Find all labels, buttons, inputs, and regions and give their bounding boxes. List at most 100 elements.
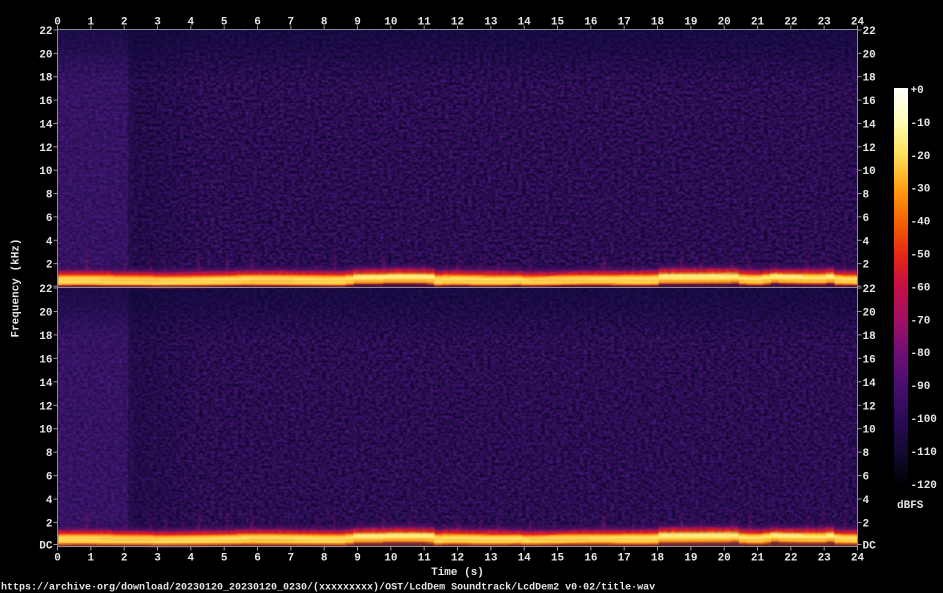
svg-text:13: 13 — [484, 553, 498, 565]
svg-text:https://archive·org/download/2: https://archive·org/download/20230120_20… — [1, 582, 655, 593]
svg-text:Time (s): Time (s) — [431, 567, 484, 579]
svg-text:18: 18 — [39, 331, 53, 343]
svg-text:20: 20 — [718, 553, 731, 565]
svg-text:16: 16 — [39, 354, 52, 366]
svg-text:DC: DC — [863, 541, 877, 553]
svg-text:1: 1 — [88, 17, 95, 29]
svg-text:6: 6 — [254, 17, 261, 29]
svg-text:16: 16 — [863, 96, 876, 108]
svg-text:16: 16 — [863, 354, 876, 366]
svg-text:2: 2 — [121, 17, 128, 29]
svg-text:-60: -60 — [911, 282, 931, 294]
svg-text:dBFS: dBFS — [897, 500, 924, 512]
svg-text:0: 0 — [54, 553, 61, 565]
svg-text:22: 22 — [863, 26, 876, 38]
svg-text:6: 6 — [46, 213, 53, 225]
svg-text:18: 18 — [863, 331, 877, 343]
svg-text:10: 10 — [384, 553, 397, 565]
svg-text:2: 2 — [863, 260, 870, 272]
svg-text:9: 9 — [354, 17, 361, 29]
svg-text:4: 4 — [46, 495, 53, 507]
svg-text:23: 23 — [818, 17, 832, 29]
svg-text:12: 12 — [39, 143, 52, 155]
svg-text:3: 3 — [154, 553, 161, 565]
svg-text:14: 14 — [39, 119, 53, 131]
svg-text:2: 2 — [46, 260, 53, 272]
svg-text:-70: -70 — [911, 315, 931, 327]
svg-text:22: 22 — [39, 26, 52, 38]
svg-text:4: 4 — [46, 236, 53, 248]
svg-text:12: 12 — [39, 401, 52, 413]
svg-text:8: 8 — [46, 448, 53, 460]
svg-text:8: 8 — [46, 190, 53, 202]
svg-text:10: 10 — [863, 425, 876, 437]
svg-text:17: 17 — [618, 553, 631, 565]
svg-text:16: 16 — [39, 96, 52, 108]
svg-text:10: 10 — [39, 166, 52, 178]
svg-text:19: 19 — [684, 17, 697, 29]
svg-text:2: 2 — [121, 553, 128, 565]
svg-text:17: 17 — [618, 17, 631, 29]
svg-text:7: 7 — [288, 553, 295, 565]
svg-text:21: 21 — [751, 17, 765, 29]
svg-text:1: 1 — [88, 553, 95, 565]
svg-text:Frequency (kHz): Frequency (kHz) — [11, 238, 23, 337]
svg-text:22: 22 — [863, 284, 876, 296]
svg-text:18: 18 — [651, 553, 665, 565]
svg-text:-110: -110 — [911, 447, 937, 459]
svg-text:-20: -20 — [911, 151, 931, 163]
svg-text:5: 5 — [221, 553, 228, 565]
svg-text:14: 14 — [863, 119, 877, 131]
svg-text:6: 6 — [863, 213, 870, 225]
svg-text:0: 0 — [54, 17, 61, 29]
svg-text:6: 6 — [254, 553, 261, 565]
svg-text:8: 8 — [321, 17, 328, 29]
svg-text:4: 4 — [188, 17, 195, 29]
svg-text:22: 22 — [784, 553, 797, 565]
svg-text:-80: -80 — [911, 348, 931, 360]
svg-text:3: 3 — [154, 17, 161, 29]
svg-text:8: 8 — [321, 553, 328, 565]
svg-text:10: 10 — [39, 425, 52, 437]
svg-text:20: 20 — [39, 49, 52, 61]
svg-text:4: 4 — [863, 495, 870, 507]
svg-text:-50: -50 — [911, 250, 931, 262]
svg-text:11: 11 — [418, 17, 432, 29]
svg-text:12: 12 — [863, 143, 876, 155]
svg-text:6: 6 — [46, 472, 53, 484]
svg-text:2: 2 — [46, 519, 53, 531]
svg-text:2: 2 — [863, 519, 870, 531]
svg-text:19: 19 — [684, 553, 697, 565]
svg-text:22: 22 — [784, 17, 797, 29]
svg-text:-40: -40 — [911, 217, 931, 229]
svg-text:8: 8 — [863, 448, 870, 460]
svg-text:18: 18 — [651, 17, 665, 29]
svg-text:DC: DC — [39, 541, 53, 553]
svg-text:23: 23 — [818, 553, 832, 565]
svg-text:12: 12 — [451, 17, 464, 29]
svg-text:20: 20 — [863, 49, 876, 61]
svg-text:20: 20 — [863, 307, 876, 319]
svg-text:12: 12 — [863, 401, 876, 413]
svg-text:7: 7 — [288, 17, 295, 29]
svg-text:20: 20 — [718, 17, 731, 29]
svg-text:14: 14 — [863, 378, 877, 390]
svg-text:4: 4 — [863, 236, 870, 248]
svg-text:15: 15 — [551, 553, 565, 565]
svg-text:-120: -120 — [911, 480, 937, 492]
svg-text:14: 14 — [39, 378, 53, 390]
svg-text:10: 10 — [863, 166, 876, 178]
svg-text:18: 18 — [863, 73, 877, 85]
svg-text:16: 16 — [584, 17, 597, 29]
svg-text:13: 13 — [484, 17, 498, 29]
svg-text:5: 5 — [221, 17, 228, 29]
svg-text:4: 4 — [188, 553, 195, 565]
svg-text:11: 11 — [418, 553, 432, 565]
svg-text:9: 9 — [354, 553, 361, 565]
svg-text:6: 6 — [863, 472, 870, 484]
svg-text:12: 12 — [451, 553, 464, 565]
svg-text:22: 22 — [39, 284, 52, 296]
svg-text:24: 24 — [851, 553, 865, 565]
svg-text:10: 10 — [384, 17, 397, 29]
svg-text:16: 16 — [584, 553, 597, 565]
